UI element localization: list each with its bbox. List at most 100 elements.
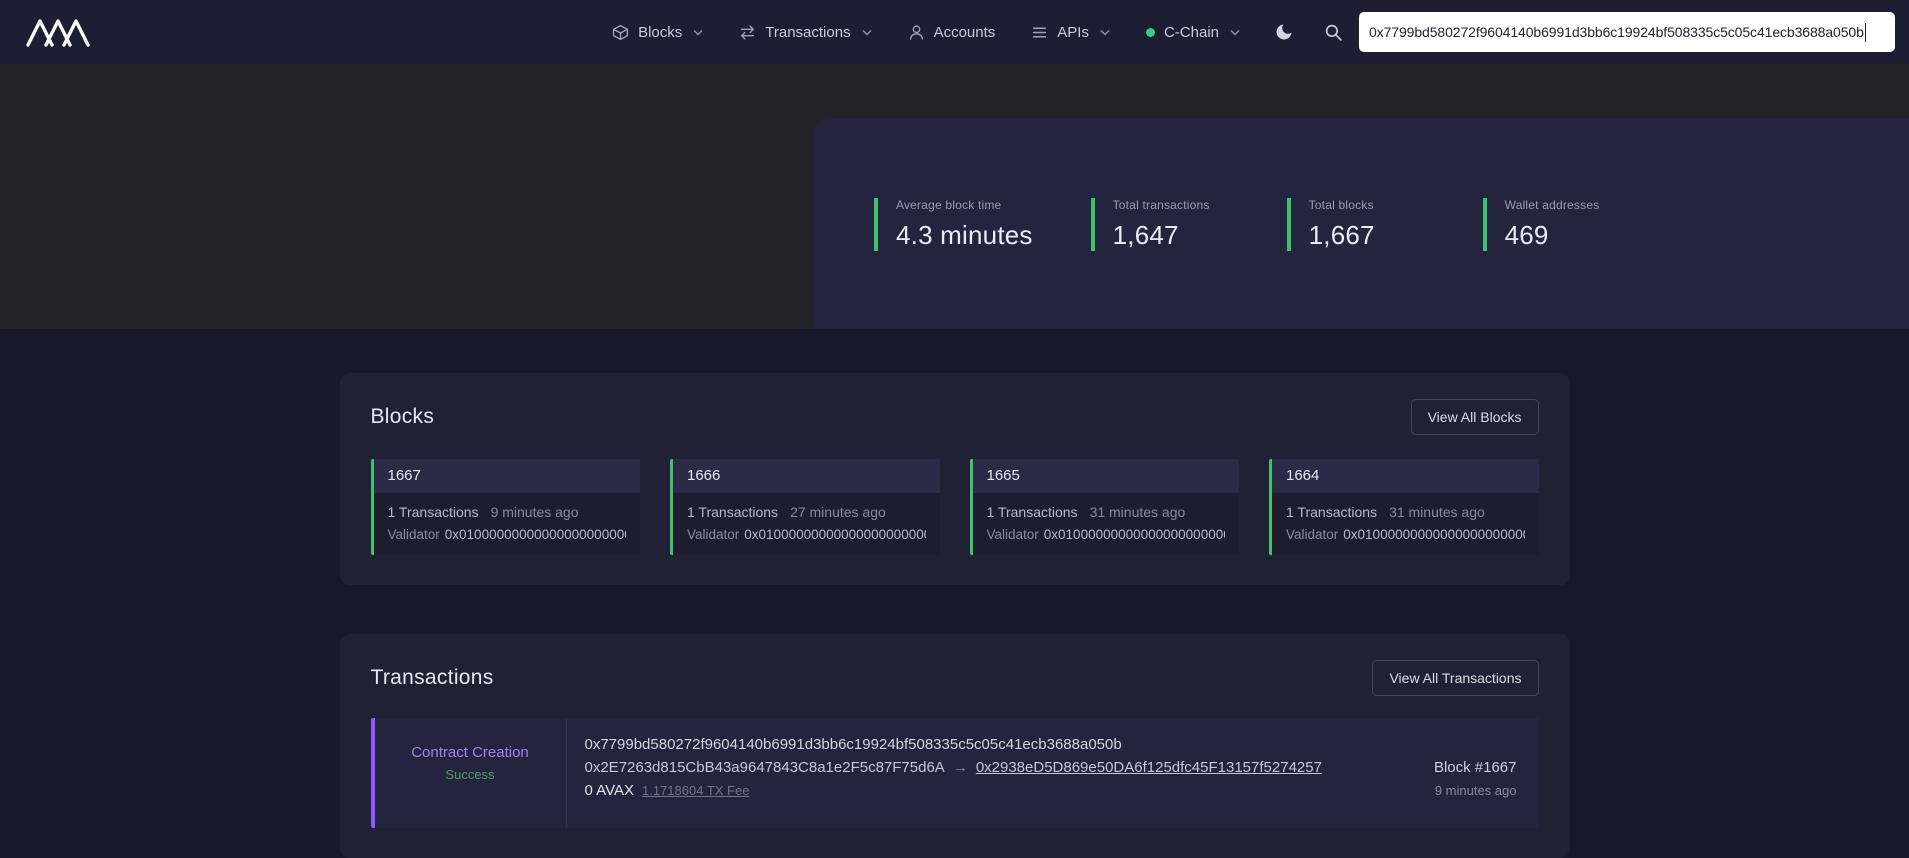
nav-label-accounts: Accounts (934, 24, 996, 41)
transaction-amount-line: 0 AVAX 1.1718604 TX Fee (585, 779, 1349, 802)
blocks-title: Blocks (371, 405, 435, 429)
transaction-time: 9 minutes ago (1349, 783, 1517, 798)
block-tx-count: 1 Transactions (987, 504, 1078, 520)
blocks-section: Blocks View All Blocks 1667 1 Transactio… (340, 373, 1570, 585)
transaction-row[interactable]: Contract Creation Success 0x7799bd580272… (371, 718, 1539, 828)
moon-icon (1274, 22, 1294, 42)
nav-item-transactions[interactable]: Transactions (739, 24, 871, 41)
validator-label: Validator (1286, 527, 1338, 542)
chain-status-dot (1146, 28, 1155, 37)
transaction-addresses: 0x2E7263d815CbB43a9647843C8a1e2F5c87F75d… (585, 756, 1349, 779)
block-summary: 1 Transactions 31 minutes ago (1286, 504, 1525, 520)
transactions-title: Transactions (371, 666, 494, 690)
cube-icon (612, 24, 629, 41)
chevron-down-icon (693, 29, 703, 36)
transaction-meta: Block #1667 9 minutes ago (1349, 718, 1539, 828)
transaction-fee: 1.1718604 TX Fee (642, 783, 749, 798)
block-tx-count: 1 Transactions (1286, 504, 1377, 520)
block-time: 31 minutes ago (1389, 504, 1485, 520)
transactions-section: Transactions View All Transactions Contr… (340, 634, 1570, 858)
transaction-amount: 0 AVAX (585, 782, 634, 799)
person-icon (908, 24, 925, 41)
block-card-1666[interactable]: 1666 1 Transactions 27 minutes ago Valida… (670, 459, 940, 555)
block-number[interactable]: 1665 (973, 459, 1240, 493)
main-nav: Blocks Transactions (612, 24, 1240, 41)
transaction-details: 0x7799bd580272f9604140b6991d3bb6c19924bf… (567, 718, 1349, 828)
transaction-block-link[interactable]: Block #1667 (1349, 759, 1517, 776)
stat-value: 1,667 (1309, 220, 1425, 251)
block-validator: Validator 0x01000000000000000000000000000… (1286, 527, 1525, 542)
validator-label: Validator (987, 527, 1039, 542)
block-card-body: 1 Transactions 31 minutes ago Validator 0x… (973, 493, 1240, 555)
stat-value: 4.3 minutes (896, 220, 1033, 251)
validator-address: 0x010000000000000000000000000000... (744, 527, 925, 542)
from-address: 0x2E7263d815CbB43a9647843C8a1e2F5c87F75d… (585, 759, 945, 776)
block-card-body: 1 Transactions 27 minutes ago Validator 0x… (673, 493, 940, 555)
stat-label: Average block time (896, 198, 1033, 212)
network-stats-panel: Average block time 4.3 minutes Total tra… (814, 119, 1909, 329)
chevron-down-icon (1100, 29, 1110, 36)
block-number[interactable]: 1664 (1272, 459, 1539, 493)
text-cursor (1865, 23, 1866, 42)
block-card-1664[interactable]: 1664 1 Transactions 31 minutes ago Valida… (1269, 459, 1539, 555)
block-summary: 1 Transactions 9 minutes ago (388, 504, 627, 520)
block-time: 31 minutes ago (1090, 504, 1186, 520)
block-number[interactable]: 1667 (374, 459, 641, 493)
validator-address: 0x010000000000000000000000000000... (1044, 527, 1225, 542)
transaction-hash-link[interactable]: 0x7799bd580272f9604140b6991d3bb6c19924bf… (585, 733, 1349, 756)
blocks-section-header: Blocks View All Blocks (371, 399, 1539, 435)
chevron-down-icon (862, 29, 872, 36)
view-all-transactions-button[interactable]: View All Transactions (1372, 660, 1538, 696)
main-content: Blocks View All Blocks 1667 1 Transactio… (0, 329, 1909, 858)
nav-label-apis: APIs (1057, 24, 1089, 41)
search-icon (1324, 23, 1343, 42)
block-card-1667[interactable]: 1667 1 Transactions 9 minutes ago Validat… (371, 459, 641, 555)
block-summary: 1 Transactions 31 minutes ago (987, 504, 1226, 520)
nav-item-chain-selector[interactable]: C-Chain (1146, 24, 1240, 41)
chevron-down-icon (1230, 29, 1240, 36)
arrow-right-icon: → (953, 759, 968, 776)
validator-address: 0x010000000000000000000000000000... (1343, 527, 1524, 542)
block-time: 27 minutes ago (790, 504, 886, 520)
block-time: 9 minutes ago (491, 504, 579, 520)
avalanche-logo[interactable] (26, 16, 90, 48)
nav-item-apis[interactable]: APIs (1031, 24, 1110, 41)
view-all-blocks-button[interactable]: View All Blocks (1411, 399, 1539, 435)
transactions-section-header: Transactions View All Transactions (371, 660, 1539, 696)
transaction-status-badge: Success (445, 767, 494, 782)
block-tx-count: 1 Transactions (388, 504, 479, 520)
stat-total-transactions: Total transactions 1,647 (1091, 198, 1229, 251)
block-summary: 1 Transactions 27 minutes ago (687, 504, 926, 520)
search-input-value: 0x7799bd580272f9604140b6991d3bb6c19924bf… (1369, 24, 1864, 40)
block-validator: Validator 0x01000000000000000000000000000… (388, 527, 627, 542)
transfer-icon (739, 24, 756, 41)
stat-total-blocks: Total blocks 1,667 (1287, 198, 1425, 251)
validator-label: Validator (388, 527, 440, 542)
search-button[interactable] (1324, 23, 1343, 42)
nav-label-blocks: Blocks (638, 24, 682, 41)
stat-average-block-time: Average block time 4.3 minutes (874, 198, 1033, 251)
nav-label-chain: C-Chain (1164, 24, 1219, 41)
stat-value: 469 (1505, 220, 1621, 251)
stat-label: Total blocks (1309, 198, 1425, 212)
search-input[interactable]: 0x7799bd580272f9604140b6991d3bb6c19924bf… (1359, 12, 1895, 52)
stat-label: Total transactions (1113, 198, 1229, 212)
nav-label-transactions: Transactions (765, 24, 850, 41)
nav-item-blocks[interactable]: Blocks (612, 24, 703, 41)
block-card-body: 1 Transactions 31 minutes ago Validator 0x… (1272, 493, 1539, 555)
api-list-icon (1031, 24, 1048, 41)
stat-label: Wallet addresses (1505, 198, 1621, 212)
transaction-type-cell: Contract Creation Success (375, 718, 567, 828)
block-card-body: 1 Transactions 9 minutes ago Validator 0x0… (374, 493, 641, 555)
validator-label: Validator (687, 527, 739, 542)
block-card-1665[interactable]: 1665 1 Transactions 31 minutes ago Valida… (970, 459, 1240, 555)
hero-section: Average block time 4.3 minutes Total tra… (0, 64, 1909, 329)
theme-toggle-button[interactable] (1274, 22, 1294, 42)
block-tx-count: 1 Transactions (687, 504, 778, 520)
stat-wallet-addresses: Wallet addresses 469 (1483, 198, 1621, 251)
to-address-link[interactable]: 0x2938eD5D869e50DA6f125dfc45F13157f52742… (976, 759, 1322, 776)
nav-item-accounts[interactable]: Accounts (908, 24, 996, 41)
block-number[interactable]: 1666 (673, 459, 940, 493)
stat-value: 1,647 (1113, 220, 1229, 251)
validator-address: 0x010000000000000000000000000000... (445, 527, 626, 542)
